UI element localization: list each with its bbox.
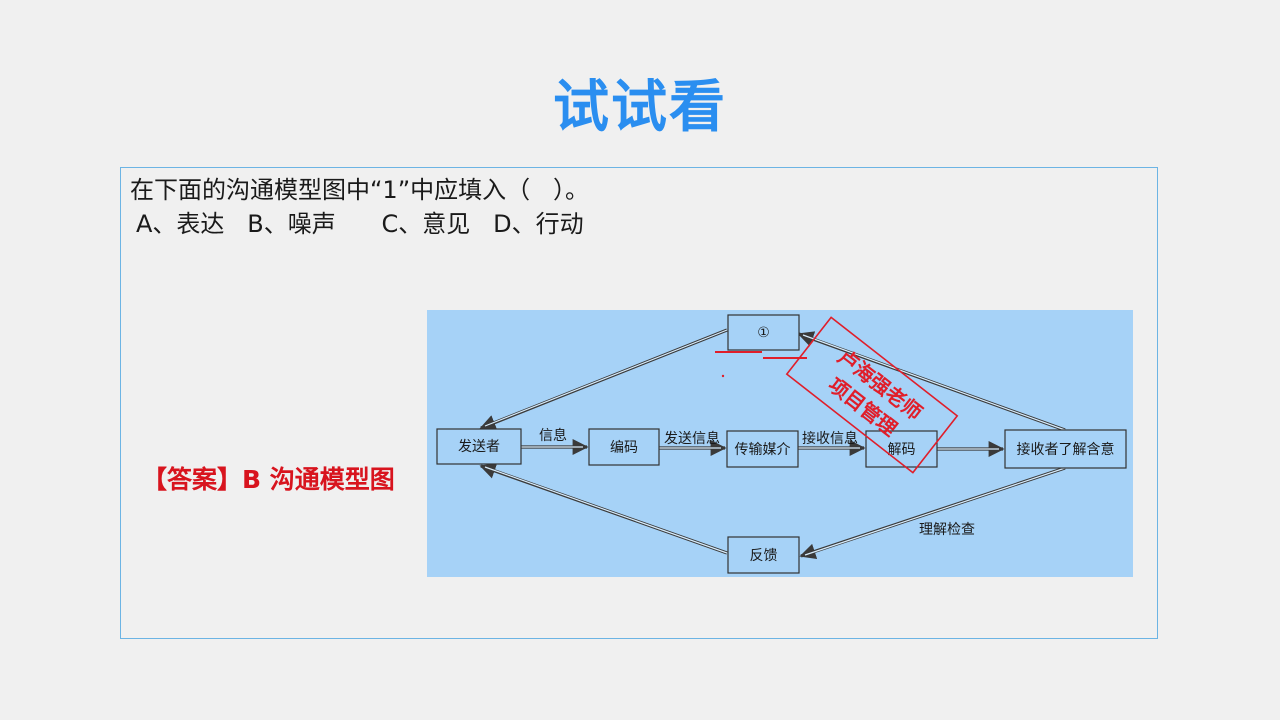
node-decode: 解码 bbox=[865, 430, 938, 468]
communication-model-diagram: ① 发送者 编码 传输媒介 解码 接收者了解含意 反馈 信息 发送信息 接收信息… bbox=[427, 310, 1133, 577]
node-medium-label: 传输媒介 bbox=[735, 442, 791, 458]
node-encode-label: 编码 bbox=[610, 440, 638, 456]
node-noise: ① bbox=[727, 314, 800, 351]
node-sender: 发送者 bbox=[436, 428, 522, 465]
answer-text: 【答案】B 沟通模型图 bbox=[142, 465, 395, 494]
slide-title: 试试看 bbox=[553, 75, 727, 140]
node-feedback-label: 反馈 bbox=[750, 548, 778, 564]
label-send-message: 发送信息 bbox=[664, 430, 720, 447]
question-text: 在下面的沟通模型图中“1”中应填入（ ）。 bbox=[130, 176, 590, 204]
node-receiver: 接收者了解含意 bbox=[1004, 429, 1127, 469]
node-medium: 传输媒介 bbox=[726, 430, 799, 468]
node-feedback: 反馈 bbox=[727, 536, 800, 574]
label-check: 理解检查 bbox=[919, 522, 975, 538]
node-noise-label: ① bbox=[757, 325, 770, 341]
node-encode: 编码 bbox=[588, 428, 660, 466]
answer-options: A、表达 B、噪声 C、意见 D、行动 bbox=[136, 210, 584, 238]
node-receiver-label: 接收者了解含意 bbox=[1017, 441, 1115, 458]
label-receive-message: 接收信息 bbox=[802, 430, 858, 447]
label-message: 信息 bbox=[539, 427, 567, 444]
node-sender-label: 发送者 bbox=[458, 439, 500, 455]
